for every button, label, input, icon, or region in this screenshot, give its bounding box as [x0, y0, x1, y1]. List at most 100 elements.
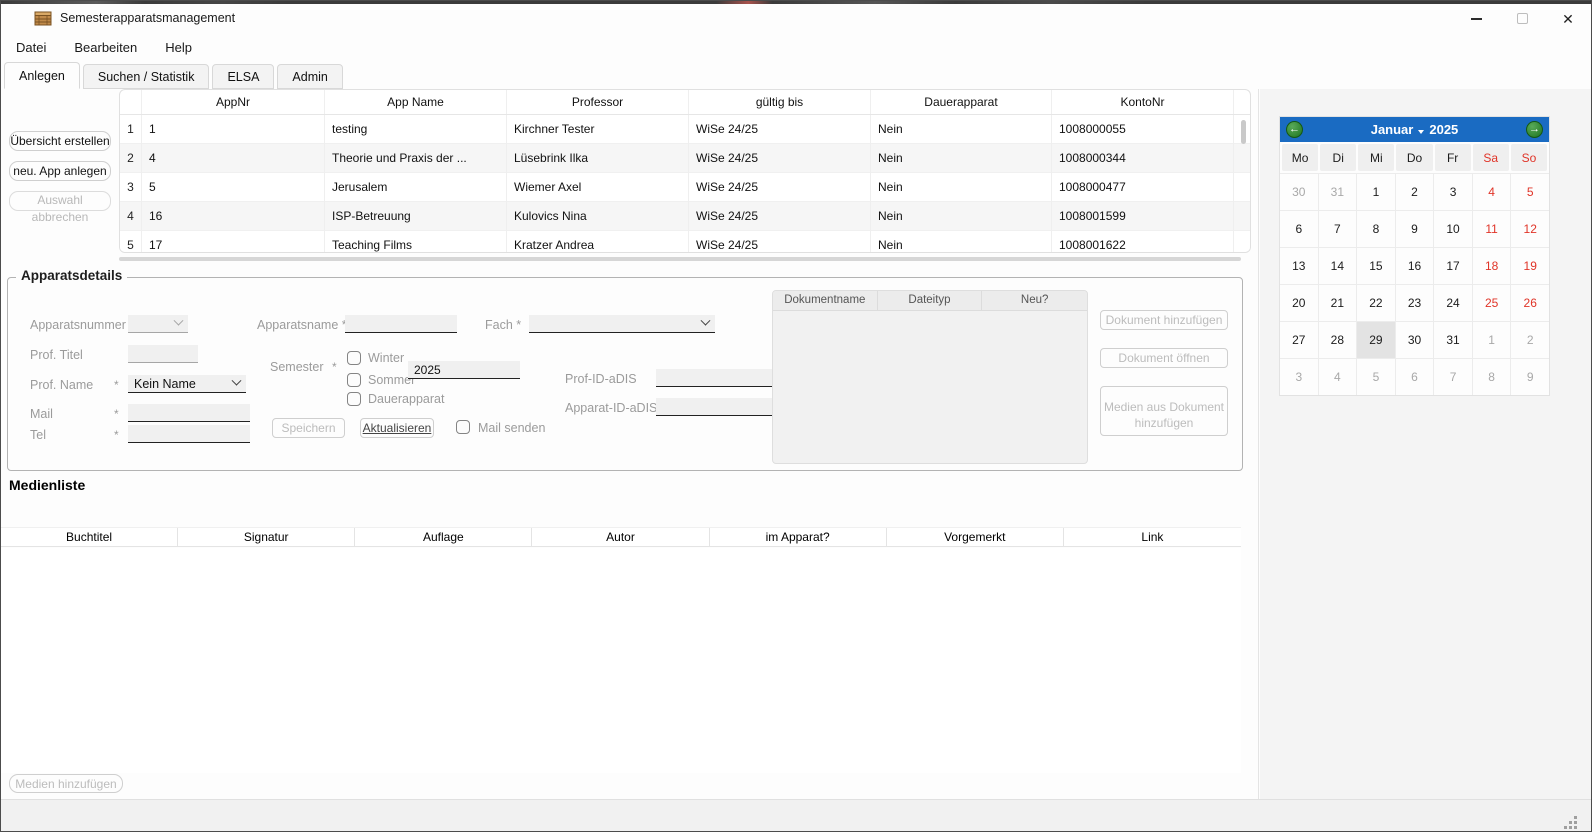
calendar-day[interactable]: 5: [1357, 359, 1395, 395]
menu-item-datei[interactable]: Datei: [3, 36, 59, 59]
tab-anlegen[interactable]: Anlegen: [4, 62, 80, 89]
calendar-day[interactable]: 27: [1280, 322, 1318, 358]
calendar-day-today[interactable]: 29: [1357, 322, 1395, 358]
dauerapparat-radio[interactable]: [347, 392, 361, 406]
table-row[interactable]: 517Teaching FilmsKratzer AndreaWiSe 24/2…: [120, 231, 1250, 253]
speichern-button[interactable]: Speichern: [272, 418, 345, 438]
resize-grip-icon[interactable]: [1574, 816, 1577, 819]
calendar-day[interactable]: 4: [1473, 174, 1511, 210]
calendar-day[interactable]: 10: [1434, 211, 1472, 247]
calendar-day[interactable]: 22: [1357, 285, 1395, 321]
calendar-day[interactable]: 18: [1473, 248, 1511, 284]
calendar-day[interactable]: 2: [1396, 174, 1434, 210]
minimize-button[interactable]: [1453, 4, 1499, 33]
medien-aus-dokument-hinzufügen-button[interactable]: Medien aus Dokument hinzufügen: [1100, 386, 1228, 436]
calendar-day[interactable]: 15: [1357, 248, 1395, 284]
calendar-day[interactable]: 25: [1473, 285, 1511, 321]
mail-senden-checkbox[interactable]: [456, 420, 470, 434]
calendar-prev-month-button[interactable]: ←: [1286, 121, 1303, 138]
calendar-day[interactable]: 3: [1434, 174, 1472, 210]
apparatsnummer-dropdown[interactable]: [128, 315, 188, 333]
calendar-day[interactable]: 20: [1280, 285, 1318, 321]
calendar-next-month-button[interactable]: →: [1526, 121, 1543, 138]
prof-name-dropdown[interactable]: Kein Name: [128, 375, 246, 393]
calendar-day[interactable]: 12: [1511, 211, 1549, 247]
apparatsname-field[interactable]: [345, 315, 457, 333]
close-button[interactable]: ✕: [1545, 4, 1591, 33]
calendar-day[interactable]: 4: [1319, 359, 1357, 395]
column-header-app-name[interactable]: App Name: [325, 90, 507, 114]
übersicht-erstellen-button[interactable]: Übersicht erstellen: [9, 131, 111, 151]
apparat-id-adis-field[interactable]: [656, 398, 774, 416]
medien-hinzufuegen-button[interactable]: Medien hinzufügen: [9, 774, 123, 793]
media-column-auflage[interactable]: Auflage: [355, 528, 532, 547]
mail-field[interactable]: [128, 404, 250, 422]
calendar-day[interactable]: 8: [1473, 359, 1511, 395]
sommer-radio[interactable]: [347, 373, 361, 387]
prof-id-adis-field[interactable]: [656, 369, 774, 387]
calendar-day[interactable]: 17: [1434, 248, 1472, 284]
close-icon: ✕: [1562, 12, 1574, 26]
calendar-day[interactable]: 14: [1319, 248, 1357, 284]
column-header-appnr[interactable]: AppNr: [142, 90, 325, 114]
calendar-day[interactable]: 13: [1280, 248, 1318, 284]
dokument-hinzufügen-button[interactable]: Dokument hinzufügen: [1100, 310, 1228, 330]
calendar-day[interactable]: 16: [1396, 248, 1434, 284]
calendar-day[interactable]: 3: [1280, 359, 1318, 395]
calendar-day[interactable]: 11: [1473, 211, 1511, 247]
calendar-title[interactable]: Januar 2025: [1371, 122, 1459, 137]
calendar-day[interactable]: 19: [1511, 248, 1549, 284]
maximize-button[interactable]: [1499, 4, 1545, 33]
media-column-vorgemerkt[interactable]: Vorgemerkt: [887, 528, 1064, 547]
menu-item-bearbeiten[interactable]: Bearbeiten: [61, 36, 150, 59]
calendar-day[interactable]: 6: [1280, 211, 1318, 247]
calendar-day[interactable]: 8: [1357, 211, 1395, 247]
calendar-day[interactable]: 6: [1396, 359, 1434, 395]
calendar-day[interactable]: 9: [1396, 211, 1434, 247]
table-row[interactable]: 11testingKirchner TesterWiSe 24/25Nein10…: [120, 115, 1250, 144]
column-header-gültig-bis[interactable]: gültig bis: [689, 90, 871, 114]
calendar-day[interactable]: 2: [1511, 322, 1549, 358]
auswahl-abbrechen-button[interactable]: Auswahl abbrechen: [9, 191, 111, 211]
column-header-kontonr[interactable]: KontoNr: [1052, 90, 1234, 114]
calendar-day[interactable]: 30: [1280, 174, 1318, 210]
calendar-day[interactable]: 7: [1434, 359, 1472, 395]
prof-titel-field[interactable]: [128, 345, 198, 363]
calendar-day[interactable]: 5: [1511, 174, 1549, 210]
calendar-day[interactable]: 1: [1357, 174, 1395, 210]
calendar-day[interactable]: 28: [1319, 322, 1357, 358]
calendar-day[interactable]: 31: [1434, 322, 1472, 358]
calendar-day[interactable]: 31: [1319, 174, 1357, 210]
calendar-day[interactable]: 7: [1319, 211, 1357, 247]
calendar-day[interactable]: 26: [1511, 285, 1549, 321]
winter-radio[interactable]: [347, 351, 361, 365]
media-column-buchtitel[interactable]: Buchtitel: [1, 528, 178, 547]
media-column-im-apparat?[interactable]: im Apparat?: [710, 528, 887, 547]
column-header-dauerapparat[interactable]: Dauerapparat: [871, 90, 1052, 114]
table-row[interactable]: 416ISP-BetreuungKulovics NinaWiSe 24/25N…: [120, 202, 1250, 231]
tab-suchen-statistik[interactable]: Suchen / Statistik: [83, 64, 210, 89]
media-column-autor[interactable]: Autor: [532, 528, 709, 547]
dokument-öffnen-button[interactable]: Dokument öffnen: [1100, 348, 1228, 368]
calendar-day[interactable]: 9: [1511, 359, 1549, 395]
table-row[interactable]: 35JerusalemWiemer AxelWiSe 24/25Nein1008…: [120, 173, 1250, 202]
fach-dropdown[interactable]: [529, 315, 715, 333]
tab-elsa[interactable]: ELSA: [212, 64, 274, 89]
media-column-signatur[interactable]: Signatur: [178, 528, 355, 547]
calendar-day[interactable]: 24: [1434, 285, 1472, 321]
apps-table-vertical-scrollbar[interactable]: [1241, 120, 1246, 144]
calendar-day[interactable]: 30: [1396, 322, 1434, 358]
calendar-day[interactable]: 21: [1319, 285, 1357, 321]
tel-field[interactable]: [128, 425, 250, 443]
media-column-link[interactable]: Link: [1064, 528, 1241, 547]
table-row[interactable]: 24Theorie und Praxis der ...Lüsebrink Il…: [120, 144, 1250, 173]
apps-table-horizontal-scrollbar[interactable]: [119, 257, 1241, 261]
calendar-day[interactable]: 23: [1396, 285, 1434, 321]
aktualisieren-button[interactable]: Aktualisieren: [360, 418, 434, 438]
menu-item-help[interactable]: Help: [152, 36, 205, 59]
tab-admin[interactable]: Admin: [277, 64, 342, 89]
semester-year-field[interactable]: 2025: [408, 361, 520, 379]
neu-app-anlegen-button[interactable]: neu. App anlegen: [9, 161, 111, 181]
calendar-day[interactable]: 1: [1473, 322, 1511, 358]
column-header-professor[interactable]: Professor: [507, 90, 689, 114]
